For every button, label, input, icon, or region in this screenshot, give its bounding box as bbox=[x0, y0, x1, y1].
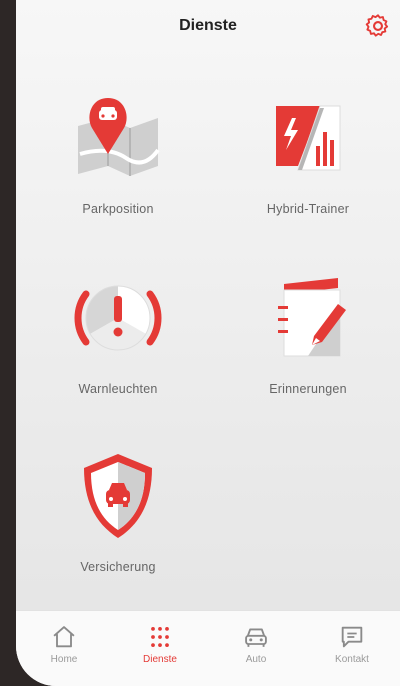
service-label: Hybrid-Trainer bbox=[266, 202, 350, 216]
service-hybrid-trainer[interactable]: Hybrid-Trainer bbox=[216, 88, 400, 216]
service-label: Parkposition bbox=[82, 202, 154, 216]
service-erinnerungen[interactable]: Erinnerungen bbox=[216, 268, 400, 396]
service-label: Versicherung bbox=[80, 560, 156, 574]
chat-icon bbox=[341, 626, 363, 648]
service-versicherung[interactable]: Versicherung bbox=[26, 446, 210, 574]
tab-dienste[interactable]: Dienste bbox=[112, 623, 208, 665]
page-title: Dienste bbox=[179, 17, 237, 34]
settings-gear-icon[interactable] bbox=[364, 12, 392, 40]
parking-map-icon bbox=[78, 98, 160, 176]
tab-label: Auto bbox=[245, 654, 267, 665]
hybrid-trainer-icon bbox=[276, 105, 341, 171]
header: Dienste bbox=[16, 0, 400, 56]
tab-label: Kontakt bbox=[335, 654, 369, 665]
service-label: Warnleuchten bbox=[78, 382, 158, 396]
tab-kontakt[interactable]: Kontakt bbox=[304, 623, 400, 665]
service-label: Erinnerungen bbox=[269, 382, 347, 396]
warning-light-icon bbox=[74, 285, 162, 351]
service-warnleuchten[interactable]: Warnleuchten bbox=[26, 268, 210, 396]
notebook-reminder-icon bbox=[278, 278, 346, 357]
grid-icon bbox=[151, 626, 169, 648]
insurance-shield-icon bbox=[84, 454, 152, 538]
tab-home[interactable]: Home bbox=[16, 623, 112, 665]
tab-auto[interactable]: Auto bbox=[208, 623, 304, 665]
tab-label: Dienste bbox=[143, 654, 177, 665]
home-icon bbox=[53, 626, 75, 648]
car-icon bbox=[245, 628, 267, 647]
app-screen: Dienste Parkposition Hybrid-Trainer Warn… bbox=[16, 0, 400, 686]
service-parkposition[interactable]: Parkposition bbox=[26, 88, 210, 216]
bottom-tab-bar: Home Dienste Auto Kontakt bbox=[16, 610, 400, 686]
tab-label: Home bbox=[50, 654, 78, 665]
